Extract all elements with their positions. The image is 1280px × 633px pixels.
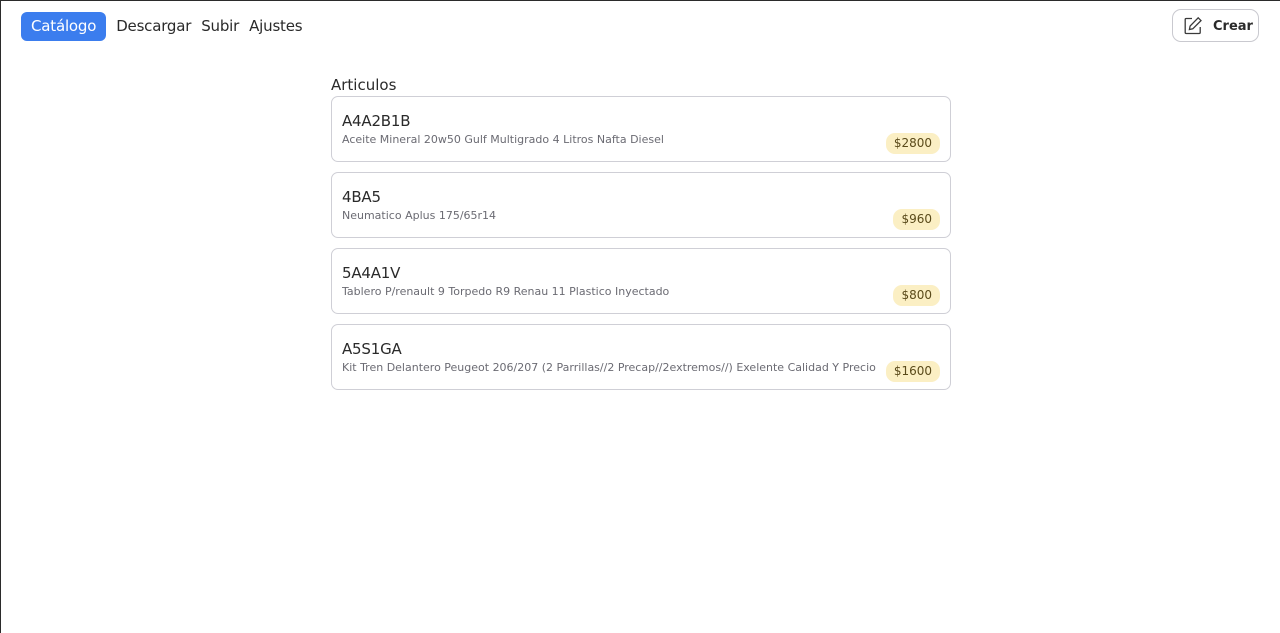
create-button-label: Crear [1213,19,1253,34]
article-card[interactable]: A4A2B1B Aceite Mineral 20w50 Gulf Multig… [331,96,951,162]
nav-item-ajustes[interactable]: Ajustes [244,12,307,41]
article-description: Aceite Mineral 20w50 Gulf Multigrado 4 L… [342,133,664,146]
article-description: Kit Tren Delantero Peugeot 206/207 (2 Pa… [342,361,876,374]
section-title: Articulos [331,76,397,94]
article-card[interactable]: 4BA5 Neumatico Aplus 175/65r14 $960 [331,172,951,238]
nav-item-catalogo[interactable]: Catálogo [21,12,107,41]
article-code: A4A2B1B [342,112,411,130]
price-badge: $1600 [885,361,940,382]
price-badge: $800 [893,285,940,306]
articles-section: Articulos A4A2B1B Aceite Mineral 20w50 G… [331,76,951,400]
article-code: 4BA5 [342,188,381,206]
article-description: Neumatico Aplus 175/65r14 [342,209,497,222]
article-code: A5S1GA [342,340,402,358]
nav-item-subir[interactable]: Subir [196,12,244,41]
top-nav: Catálogo Descargar Subir Ajustes [21,12,307,41]
price-badge: $960 [893,209,940,230]
create-button[interactable]: Crear [1172,9,1259,42]
article-card[interactable]: 5A4A1V Tablero P/renault 9 Torpedo R9 Re… [331,248,951,314]
edit-icon [1183,16,1203,36]
nav-item-descargar[interactable]: Descargar [111,12,196,41]
article-card[interactable]: A5S1GA Kit Tren Delantero Peugeot 206/20… [331,324,951,390]
price-badge: $2800 [885,133,940,154]
article-description: Tablero P/renault 9 Torpedo R9 Renau 11 … [342,285,670,298]
article-code: 5A4A1V [342,264,401,282]
